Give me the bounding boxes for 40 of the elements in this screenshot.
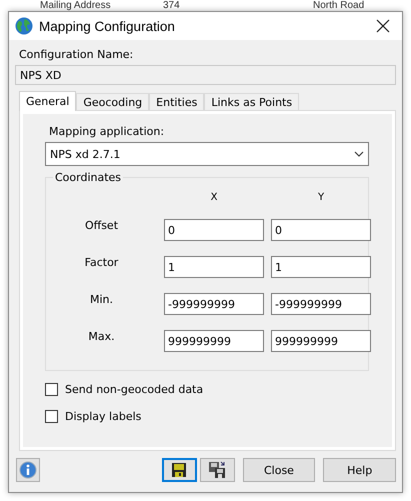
checkbox[interactable] [45, 410, 58, 423]
field-label: Configuration Name: [19, 48, 134, 61]
save-button[interactable] [162, 458, 197, 482]
dropdown[interactable]: NPS xd 2.7.1 [45, 142, 369, 166]
row-label: Max. [87, 330, 116, 343]
column-header: X [210, 192, 218, 205]
row-label: Offset [84, 219, 120, 232]
checkbox[interactable] [45, 383, 58, 396]
row-label: Min. [88, 293, 114, 306]
background-text: Mailing Address [40, 0, 112, 11]
row-label: Factor [84, 256, 120, 269]
checkbox-label: Send non-geocoded data [65, 383, 204, 396]
info-button[interactable] [16, 458, 40, 482]
window-title: Mapping Configuration [39, 18, 176, 34]
tab[interactable]: Entities [149, 93, 204, 110]
close-icon[interactable] [376, 19, 390, 33]
checkbox-label: Display labels [65, 410, 142, 423]
tab[interactable]: General [19, 91, 76, 111]
input-field[interactable]: 0 [164, 219, 264, 241]
background-text: North Road [313, 0, 364, 11]
save-as-button[interactable] [200, 458, 235, 482]
input-field[interactable]: 0 [271, 219, 371, 241]
group-title: Coordinates [53, 171, 124, 184]
input-field[interactable]: -999999999 [164, 293, 264, 315]
tab[interactable]: Geocoding [76, 93, 150, 110]
input-field[interactable]: 1 [271, 256, 371, 278]
dialog-button[interactable]: Close [242, 458, 316, 482]
tab[interactable]: Links as Points [204, 93, 300, 110]
field-label: Mapping application: [49, 125, 166, 138]
input-field[interactable]: 999999999 [271, 330, 371, 352]
column-header: Y [316, 192, 326, 205]
input-field[interactable]: 999999999 [164, 330, 264, 352]
globe-icon [15, 17, 33, 35]
info-icon [18, 460, 38, 480]
background-text: 374 [163, 0, 181, 11]
floppy-disks-icon [207, 460, 228, 480]
chevron-down-icon [354, 151, 364, 157]
input-field[interactable]: -999999999 [271, 293, 371, 315]
input-field[interactable]: 1 [164, 256, 264, 278]
dialog-button[interactable]: Help [323, 458, 396, 482]
